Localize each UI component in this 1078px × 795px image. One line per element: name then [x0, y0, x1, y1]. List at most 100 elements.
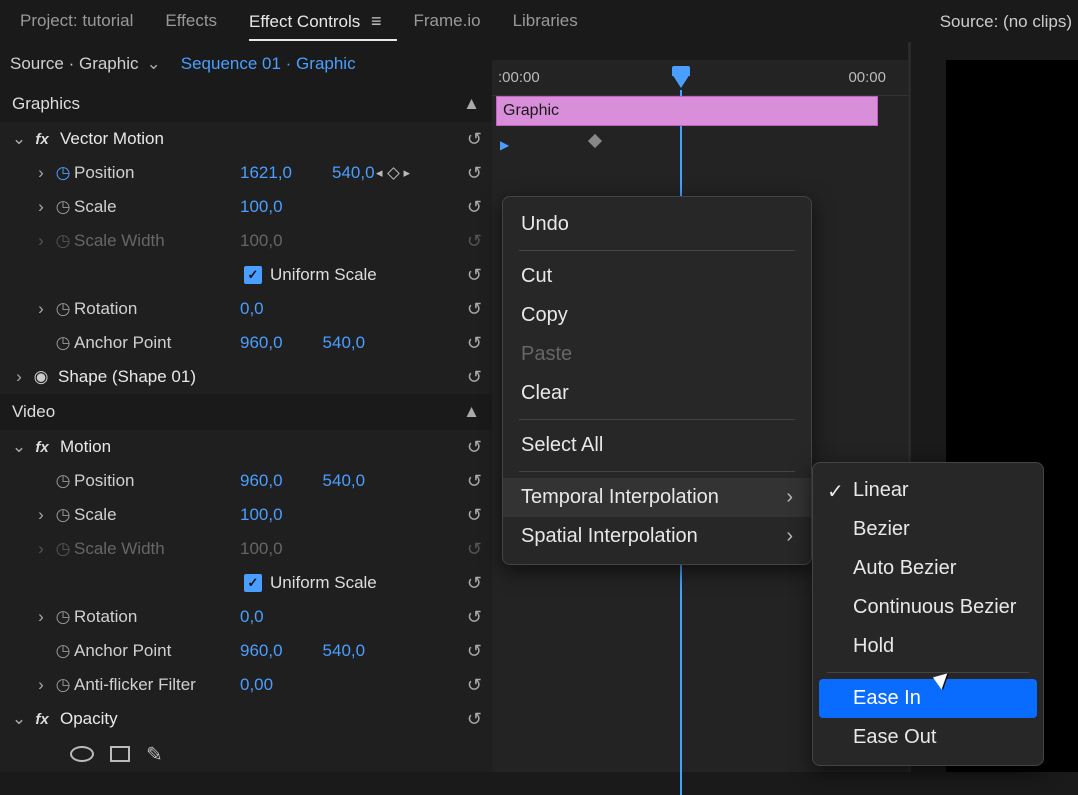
reset-icon[interactable]: ↺ [467, 675, 482, 696]
add-keyframe-icon[interactable] [387, 167, 400, 180]
rectangle-mask-icon[interactable] [110, 746, 130, 762]
value-x[interactable]: 1621,0 [240, 163, 292, 183]
visibility-icon[interactable]: ◉ [30, 367, 52, 387]
group-label: Vector Motion [60, 129, 164, 149]
twirl-icon[interactable]: ⌄ [8, 437, 30, 457]
submenu-bezier[interactable]: Bezier [813, 510, 1043, 549]
playhead-icon[interactable] [672, 74, 690, 88]
keyframe-navigator[interactable]: ◂ ▸ [376, 165, 410, 181]
reset-icon[interactable]: ↺ [467, 299, 482, 320]
menu-undo[interactable]: Undo [503, 205, 811, 244]
group-shape[interactable]: › ◉ Shape (Shape 01) ↺ [0, 360, 492, 394]
group-opacity[interactable]: ⌄ fx Opacity ↺ [0, 702, 492, 736]
time-ruler[interactable]: :00:00 00:00 [492, 60, 908, 96]
value-x[interactable]: 960,0 [240, 471, 283, 491]
value[interactable]: 0,00 [240, 675, 273, 695]
stopwatch-icon[interactable]: ◷ [52, 197, 74, 217]
section-video[interactable]: Video ▲ [0, 394, 492, 430]
reset-icon[interactable]: ↺ [467, 367, 482, 388]
stopwatch-icon[interactable]: ◷ [52, 163, 74, 183]
twirl-icon[interactable]: › [8, 367, 30, 387]
fx-icon[interactable]: fx [30, 131, 54, 148]
collapse-triangle-icon[interactable]: ▲ [463, 402, 480, 422]
ellipse-mask-icon[interactable] [70, 746, 94, 762]
tab-frameio[interactable]: Frame.io [397, 3, 496, 39]
prop-label: Scale [74, 505, 117, 525]
value-y[interactable]: 540,0 [332, 163, 375, 183]
value[interactable]: 100,0 [240, 197, 283, 217]
reset-icon[interactable]: ↺ [467, 607, 482, 628]
reset-icon[interactable]: ↺ [467, 709, 482, 730]
group-vector-motion[interactable]: ⌄ fx Vector Motion ↺ [0, 122, 492, 156]
reset-icon[interactable]: ↺ [467, 197, 482, 218]
submenu-continuous-bezier[interactable]: Continuous Bezier [813, 588, 1043, 627]
tab-menu-icon[interactable]: ≡ [371, 11, 382, 31]
submenu-ease-out[interactable]: Ease Out [813, 718, 1043, 757]
group-motion[interactable]: ⌄ fx Motion ↺ [0, 430, 492, 464]
menu-select-all[interactable]: Select All [503, 426, 811, 465]
twirl-icon[interactable]: › [30, 163, 52, 183]
twirl-icon[interactable]: › [30, 607, 52, 627]
menu-clear[interactable]: Clear [503, 374, 811, 413]
value-x[interactable]: 960,0 [240, 641, 283, 661]
twirl-icon[interactable]: › [30, 299, 52, 319]
reset-icon[interactable]: ↺ [467, 333, 482, 354]
reset-icon: ↺ [467, 539, 482, 560]
reset-icon[interactable]: ↺ [467, 505, 482, 526]
collapse-triangle-icon[interactable]: ▲ [463, 94, 480, 114]
keyframe-diamond-icon[interactable] [588, 134, 602, 148]
source-panel-title[interactable]: Source: (no clips) [940, 12, 1072, 32]
stopwatch-icon[interactable]: ◷ [52, 641, 74, 661]
tab-effect-controls[interactable]: Effect Controls ≡ [233, 3, 397, 40]
submenu-hold[interactable]: Hold [813, 627, 1043, 666]
value-y[interactable]: 540,0 [323, 333, 366, 353]
menu-cut[interactable]: Cut [503, 257, 811, 296]
reset-icon[interactable]: ↺ [467, 641, 482, 662]
fx-icon[interactable]: fx [30, 711, 54, 728]
twirl-icon[interactable]: › [30, 197, 52, 217]
value[interactable]: 0,0 [240, 607, 264, 627]
reset-icon[interactable]: ↺ [467, 573, 482, 594]
menu-copy[interactable]: Copy [503, 296, 811, 335]
tab-project[interactable]: Project: tutorial [4, 3, 149, 39]
tab-libraries[interactable]: Libraries [497, 3, 594, 39]
twirl-icon[interactable]: › [30, 675, 52, 695]
stopwatch-icon[interactable]: ◷ [52, 505, 74, 525]
value-x[interactable]: 960,0 [240, 333, 283, 353]
menu-spatial-interpolation[interactable]: Spatial Interpolation › [503, 517, 811, 556]
uniform-scale-checkbox[interactable]: ✓ [244, 574, 262, 592]
prop-vm-anchor: · · ◷ Anchor Point 960,0 540,0 ↺ [0, 326, 492, 360]
twirl-icon[interactable]: ⌄ [8, 129, 30, 149]
twirl-icon[interactable]: › [30, 505, 52, 525]
clip-bar[interactable]: Graphic [496, 96, 878, 126]
fx-icon[interactable]: fx [30, 439, 54, 456]
stopwatch-icon[interactable]: ◷ [52, 333, 74, 353]
stopwatch-icon[interactable]: ◷ [52, 471, 74, 491]
breadcrumb-sequence[interactable]: Sequence 01 · Graphic [181, 54, 356, 74]
reset-icon[interactable]: ↺ [467, 471, 482, 492]
twirl-icon[interactable]: ⌄ [8, 709, 30, 729]
value[interactable]: 100,0 [240, 505, 283, 525]
tab-effects[interactable]: Effects [149, 3, 233, 39]
section-graphics[interactable]: Graphics ▲ [0, 86, 492, 122]
submenu-linear[interactable]: ✓ Linear [813, 471, 1043, 510]
keyframe-track[interactable]: ▶ [492, 126, 908, 160]
reset-icon[interactable]: ↺ [467, 129, 482, 150]
value-y[interactable]: 540,0 [323, 641, 366, 661]
stopwatch-icon[interactable]: ◷ [52, 607, 74, 627]
reset-icon[interactable]: ↺ [467, 437, 482, 458]
submenu-auto-bezier[interactable]: Auto Bezier [813, 549, 1043, 588]
value-y[interactable]: 540,0 [323, 471, 366, 491]
pen-mask-icon[interactable]: ✎ [146, 742, 163, 767]
keyframe-marker-icon[interactable]: ▶ [500, 138, 509, 152]
chevron-down-icon[interactable]: ⌄ [147, 54, 161, 74]
menu-temporal-interpolation[interactable]: Temporal Interpolation › [503, 478, 811, 517]
submenu-ease-in[interactable]: Ease In [819, 679, 1037, 718]
stopwatch-icon[interactable]: ◷ [52, 675, 74, 695]
reset-icon[interactable]: ↺ [467, 265, 482, 286]
uniform-scale-checkbox[interactable]: ✓ [244, 266, 262, 284]
stopwatch-icon[interactable]: ◷ [52, 299, 74, 319]
breadcrumb-source[interactable]: Source · Graphic [10, 54, 139, 74]
reset-icon[interactable]: ↺ [467, 163, 482, 184]
value[interactable]: 0,0 [240, 299, 264, 319]
